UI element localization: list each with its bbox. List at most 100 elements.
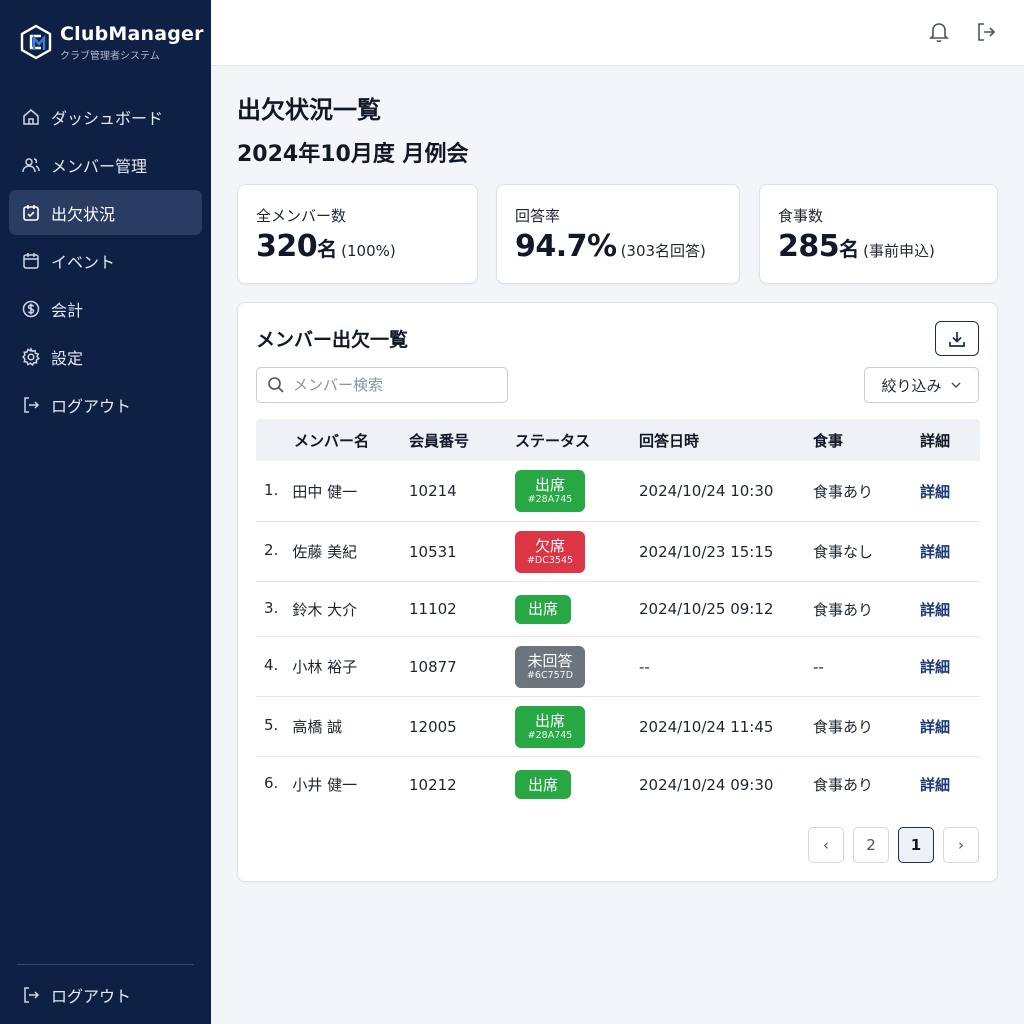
response-date: 2024/10/24 10:30 [639, 482, 774, 500]
clubmanager-logo-icon [20, 24, 52, 60]
row-number: 1. [264, 480, 279, 499]
col-header-id: 会員番号 [409, 431, 470, 450]
table-row: 3. 鈴木 大介 11102 出席 2024/10/25 09:12 食事あり 詳… [256, 582, 980, 637]
sidebar-nav: ダッシュボード メンバー管理 出欠状況 イベント 会計 設定 ログアウト [9, 94, 202, 430]
sidebar-bottom-logout[interactable]: ログアウト [9, 972, 202, 1017]
member-id: 11102 [409, 600, 457, 618]
status-badge: 出席 #28A745 [515, 470, 585, 512]
status-hex: #28A745 [527, 494, 573, 505]
brand-name: ClubManager [60, 22, 204, 45]
member-id: 10531 [409, 542, 457, 561]
sidebar-item-label: 出欠状況 [51, 204, 116, 224]
status-text: 出席 [534, 711, 565, 730]
status-hex: #6C757D [526, 669, 574, 681]
response-date: 2024/10/24 11:45 [639, 717, 774, 736]
page-title: 出欠状況一覧 [237, 96, 381, 124]
member-id: 12005 [409, 717, 457, 736]
row-number: 2. [264, 541, 279, 559]
brand-subtitle: クラブ管理者システム [60, 50, 160, 62]
detail-link[interactable]: 詳細 [920, 718, 950, 736]
page-button-current[interactable]: 1 [898, 827, 934, 863]
col-header-detail: 詳細 [920, 431, 951, 450]
download-button[interactable] [935, 321, 979, 356]
home-icon [23, 108, 39, 125]
sidebar-divider [17, 964, 194, 965]
status-badge: 出席 [515, 770, 571, 799]
sidebar-item-label: メンバー管理 [51, 156, 148, 176]
pagination: ‹ 2 1 › [808, 827, 979, 863]
meal-status: 食事あり [813, 482, 874, 501]
sidebar-item-label: ダッシュボード [51, 108, 164, 128]
search-input[interactable] [293, 376, 483, 394]
status-text: 未回答 [527, 651, 573, 670]
logout-icon[interactable] [974, 20, 998, 44]
stat-card-meals: 食事数 285名 (事前申込) [759, 184, 998, 284]
member-name: 田中 健一 [292, 482, 358, 501]
stat-label: 全メンバー数 [256, 207, 347, 225]
status-hex: #28A745 [527, 729, 573, 741]
table-header: メンバー名 会員番号 ステータス 回答日時 食事 詳細 [256, 419, 980, 461]
meal-status: 食事あり [813, 600, 874, 619]
stat-number: 94.7% [515, 229, 617, 264]
next-page-button[interactable]: › [943, 827, 979, 863]
logout-icon [24, 986, 40, 1003]
detail-link[interactable]: 詳細 [920, 601, 950, 619]
sidebar-item-events[interactable]: イベント [9, 238, 202, 283]
sidebar-item-logout[interactable]: ログアウト [9, 382, 202, 427]
stat-note: (事前申込) [863, 242, 935, 260]
stat-note: (303名回答) [620, 242, 706, 260]
sidebar-item-attendance[interactable]: 出欠状況 [9, 190, 202, 235]
meal-status: 食事あり [813, 718, 874, 736]
member-search [256, 367, 508, 403]
member-name: 鈴木 大介 [292, 600, 358, 619]
table-row: 4. 小林 裕子 10877 未回答 #6C757D -- -- 詳細 [256, 637, 980, 697]
stat-unit: 名 [839, 237, 860, 261]
table-title: メンバー出欠一覧 [256, 329, 409, 351]
meal-status: 食事なし [813, 543, 874, 561]
sidebar-item-settings[interactable]: 設定 [9, 334, 202, 379]
top-header [211, 0, 1024, 66]
stat-number: 320 [256, 229, 318, 264]
member-id: 10212 [409, 775, 457, 794]
gear-icon [21, 346, 40, 366]
detail-link[interactable]: 詳細 [920, 543, 950, 561]
bell-icon[interactable] [927, 20, 951, 44]
status-badge: 未回答 #6C757D [515, 645, 585, 688]
response-date: 2024/10/24 09:30 [639, 775, 774, 794]
row-number: 6. [264, 774, 279, 792]
sidebar-item-label: ログアウト [51, 396, 132, 416]
stat-value: 94.7% (303名回答) [515, 229, 706, 264]
stat-value: 320名 (100%) [256, 229, 396, 264]
page-button-2[interactable]: 2 [853, 827, 889, 863]
sidebar-item-label: 会計 [51, 300, 84, 320]
detail-link[interactable]: 詳細 [920, 658, 950, 676]
row-number: 4. [264, 656, 279, 674]
response-date: 2024/10/25 09:12 [639, 600, 774, 618]
sidebar-item-dashboard[interactable]: ダッシュボード [9, 94, 202, 139]
meal-status: 食事あり [813, 776, 874, 794]
stat-label: 食事数 [778, 207, 824, 225]
prev-page-button[interactable]: ‹ [808, 827, 844, 863]
stat-note: (100%) [341, 242, 396, 260]
member-attendance-card: メンバー出欠一覧 絞り込み メンバー名 会員番号 ステータス 回答日時 食事 詳… [237, 302, 998, 882]
stat-value: 285名 (事前申込) [778, 229, 935, 264]
detail-link[interactable]: 詳細 [920, 776, 950, 794]
status-text: 出席 [534, 476, 565, 494]
status-badge: 出席 [515, 594, 571, 624]
filter-dropdown[interactable]: 絞り込み [864, 367, 979, 403]
status-hex: #DC3545 [526, 554, 574, 566]
member-name: 佐藤 美紀 [292, 543, 358, 561]
table-row: 2. 佐藤 美紀 10531 欠席 #DC3545 2024/10/23 15:15… [256, 522, 980, 582]
response-date: -- [639, 657, 650, 676]
brand[interactable]: ClubManager クラブ管理者システム [20, 20, 204, 64]
sidebar-item-accounting[interactable]: 会計 [9, 286, 202, 331]
row-number: 5. [264, 716, 279, 734]
detail-link[interactable]: 詳細 [920, 483, 950, 501]
stat-label: 回答率 [515, 207, 561, 225]
status-badge: 欠席 #DC3545 [515, 530, 585, 573]
sidebar-item-label: 設定 [51, 348, 84, 368]
row-number: 3. [264, 598, 279, 617]
logout-icon [24, 396, 40, 413]
dollar-icon [22, 300, 40, 317]
sidebar-item-members[interactable]: メンバー管理 [9, 142, 202, 187]
